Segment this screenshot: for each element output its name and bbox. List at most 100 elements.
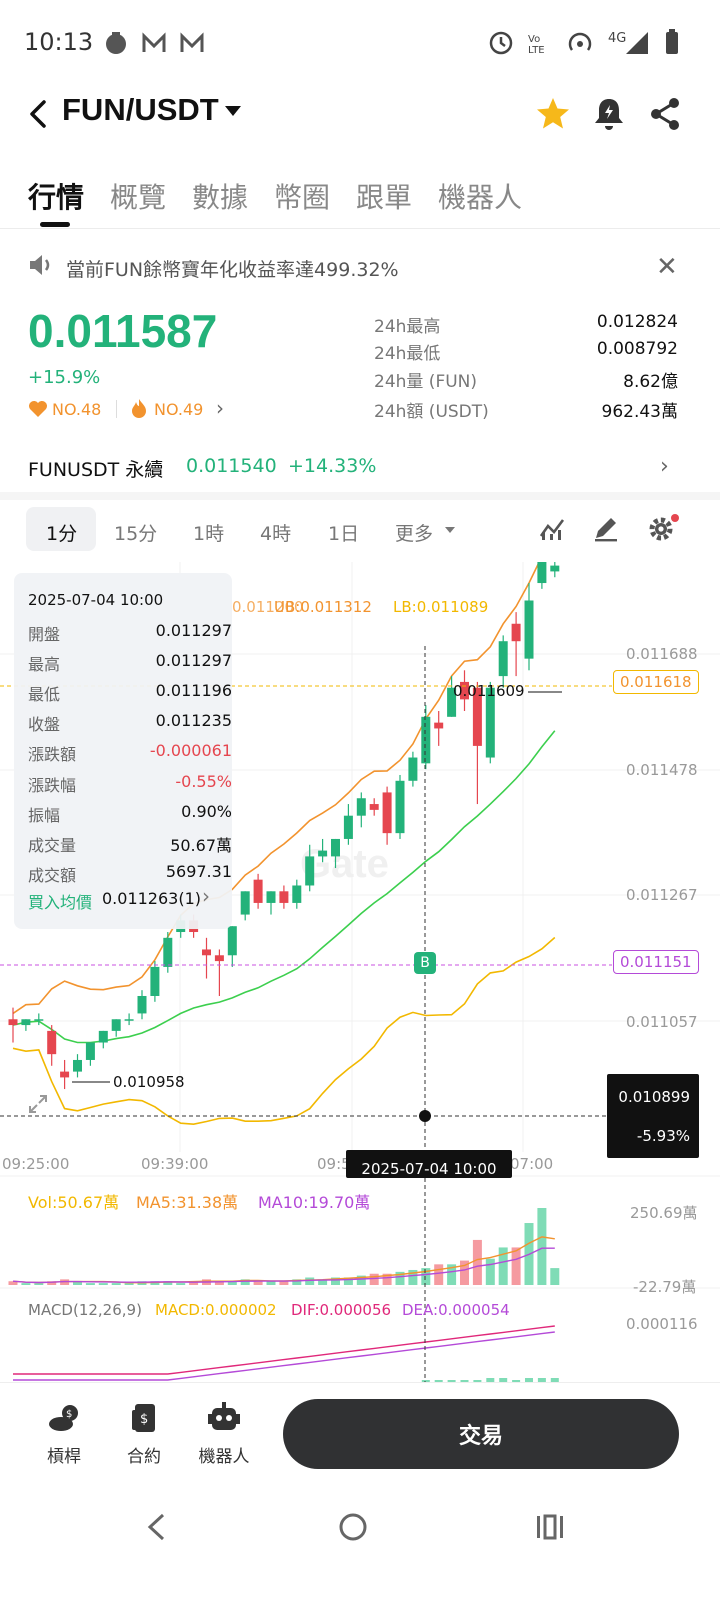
candle-body — [85, 1042, 95, 1060]
stat-value-turnover: 962.43萬 — [601, 402, 678, 422]
high-marker: 0.011609 — [453, 682, 525, 700]
chevron-right-icon[interactable]: › — [202, 884, 210, 908]
settings-gear-icon[interactable] — [646, 512, 680, 544]
notice-banner[interactable]: 當前FUN餘幣寶年化收益率達499.32% — [66, 255, 399, 282]
crosshair-point — [419, 1110, 431, 1122]
system-home-icon[interactable] — [338, 1512, 368, 1542]
interval-more[interactable]: 更多 — [395, 519, 433, 546]
stat-value-low: 0.008792 — [596, 339, 678, 359]
candle-body — [395, 780, 405, 834]
candle-body — [421, 716, 431, 764]
status-bar: 10:13 Vo LTE 4G — [0, 0, 720, 88]
crosshair-price: 0.010899 — [618, 1088, 690, 1106]
x-axis-label: 07:00 — [510, 1155, 554, 1173]
candle-body — [292, 885, 302, 903]
tab-copy-trade[interactable]: 跟單 — [356, 176, 412, 216]
interval-4h[interactable]: 4時 — [260, 519, 291, 546]
candle-body — [331, 838, 340, 857]
volume-bar — [550, 1268, 560, 1285]
rank-divider — [116, 400, 117, 418]
interval-1m[interactable]: 1分 — [46, 519, 77, 546]
rank-badge-hot[interactable]: NO.49 — [154, 400, 203, 419]
nav-futures-label: 合約 — [127, 1447, 161, 1467]
y-axis-label: 0.011057 — [626, 1013, 698, 1031]
macd-legend-dea: DEA:0.000054 — [402, 1301, 510, 1319]
favorite-star-icon[interactable] — [535, 96, 571, 132]
candle-body — [550, 565, 560, 572]
macd-legend-macd: MACD:0.000002 — [155, 1301, 277, 1319]
boll-lb-legend: LB:0.011089 — [393, 598, 489, 616]
expand-icon[interactable] — [26, 1092, 50, 1116]
nav-bots-label: 機器人 — [198, 1447, 250, 1467]
system-back-icon[interactable] — [143, 1512, 169, 1542]
notification-icons — [106, 32, 204, 54]
fire-rank-icon — [132, 399, 146, 418]
chevron-right-icon[interactable]: › — [660, 454, 669, 479]
tab-community[interactable]: 幣圈 — [274, 176, 330, 216]
heart-rank-icon — [29, 401, 47, 417]
indicator-icon[interactable] — [538, 514, 566, 542]
interval-1d[interactable]: 1日 — [328, 519, 359, 546]
tab-data[interactable]: 數據 — [192, 176, 248, 216]
perp-price: 0.011540 — [186, 455, 277, 477]
tab-bots[interactable]: 機器人 — [438, 176, 522, 216]
volume-bar — [176, 1283, 186, 1285]
volume-bar — [485, 1258, 495, 1285]
candle-body — [266, 891, 276, 903]
notice-close-button[interactable]: ✕ — [656, 252, 678, 282]
volume-bar — [537, 1208, 547, 1285]
interval-15m[interactable]: 15分 — [114, 519, 157, 546]
nav-futures[interactable]: $ 合約 — [108, 1402, 180, 1467]
candle-body — [537, 562, 547, 584]
ohlc-change-pct: 漲跌幅 -0.55% — [28, 772, 232, 795]
volume-bar — [472, 1239, 482, 1285]
tab-overview[interactable]: 概覽 — [110, 176, 166, 216]
system-recents-icon[interactable] — [535, 1512, 565, 1542]
x-axis-label: 09:25:00 — [2, 1155, 70, 1173]
share-icon[interactable] — [648, 96, 682, 132]
perp-label: FUNUSDT 永續 — [28, 459, 164, 481]
avg-buy-label[interactable]: 買入均價 — [28, 889, 92, 913]
candle-body — [60, 1071, 70, 1078]
chevron-down-icon — [445, 527, 455, 533]
trade-button[interactable]: 交易 — [283, 1399, 679, 1469]
ohlc-amplitude: 振幅 0.90% — [28, 802, 232, 825]
macd-panel — [13, 1325, 559, 1382]
candle-body — [124, 1019, 134, 1021]
back-icon[interactable] — [24, 96, 54, 132]
interval-1h[interactable]: 1時 — [193, 519, 224, 546]
pair-title[interactable]: FUN/USDT — [62, 92, 219, 128]
perp-change: +14.33% — [288, 455, 377, 477]
price-alert-icon[interactable] — [592, 96, 626, 132]
rank-badge-popular[interactable]: NO.48 — [52, 400, 101, 419]
ohlc-low: 最低 0.011196 — [28, 681, 232, 704]
candle-body — [279, 891, 289, 903]
pair-dropdown-icon[interactable] — [225, 106, 241, 116]
candle-body — [408, 757, 418, 781]
y-axis-label: 0.011267 — [626, 886, 698, 904]
volume-bar — [98, 1283, 108, 1285]
nav-margin[interactable]: $ 槓桿 — [28, 1402, 100, 1467]
candle-body — [150, 966, 160, 996]
candle-body — [343, 815, 353, 839]
volume-bar — [266, 1281, 276, 1285]
draw-tool-icon[interactable] — [592, 514, 620, 542]
network-type: 4G — [608, 31, 626, 46]
vol-legend: Vol:50.67萬 — [28, 1193, 120, 1212]
svg-text:$: $ — [66, 1409, 72, 1420]
tab-market[interactable]: 行情 — [28, 176, 84, 216]
macd-legend-dif: DIF:0.000056 — [291, 1301, 392, 1319]
candle-body — [21, 1019, 31, 1026]
chevron-right-icon[interactable]: › — [216, 396, 224, 420]
volume-bar — [124, 1283, 134, 1285]
futures-icon: $ — [132, 1404, 155, 1432]
price-change-percent: +15.9% — [28, 367, 101, 388]
buy-marker[interactable]: B — [414, 952, 436, 974]
boll-ub-legend: UB:0.011312 — [274, 598, 372, 616]
candle-body — [240, 891, 250, 915]
candle-body — [202, 949, 211, 956]
avg-buy-value[interactable]: 0.011263(1) — [102, 889, 201, 908]
stat-value-high: 0.012824 — [596, 312, 678, 332]
ohlc-date: 2025-07-04 10:00 — [28, 591, 164, 609]
nav-bots[interactable]: 機器人 — [188, 1402, 260, 1467]
